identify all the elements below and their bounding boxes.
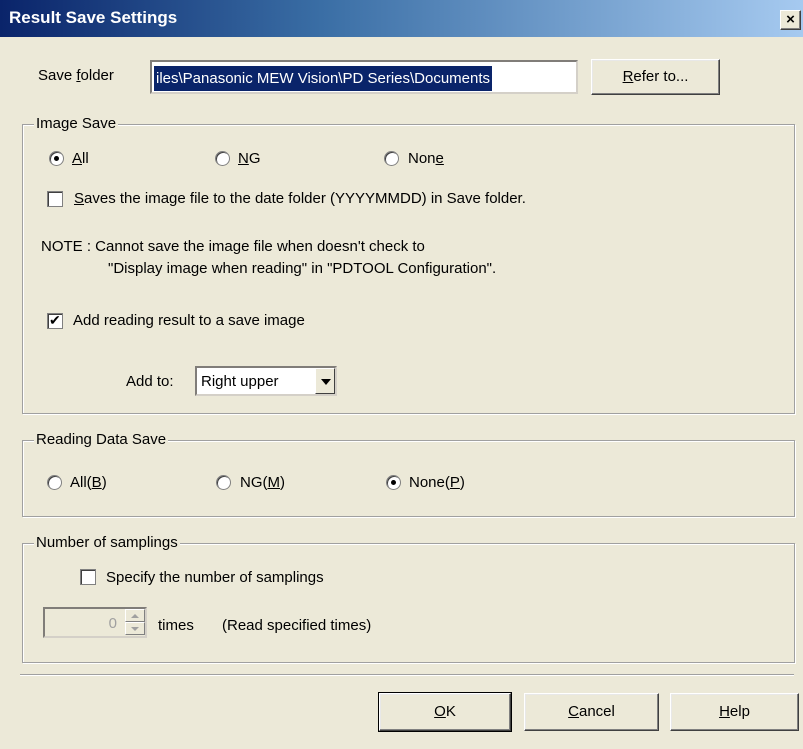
date-folder-checkbox[interactable] [47, 191, 63, 207]
help-button[interactable]: Help [670, 693, 799, 731]
spin-down-arrow-icon[interactable] [125, 622, 145, 635]
image-save-all-radio[interactable] [49, 151, 64, 166]
times-label: times [158, 617, 194, 634]
samplings-group [22, 543, 795, 663]
samplings-count-spinner[interactable]: 0 [43, 607, 147, 638]
reading-all-radio[interactable] [47, 475, 62, 490]
image-save-group-label: Image Save [34, 115, 119, 132]
refer-to-button[interactable]: Refer to... [591, 59, 720, 95]
reading-none-radio[interactable] [386, 475, 401, 490]
add-to-label: Add to: [126, 373, 174, 390]
window-title: Result Save Settings [9, 8, 178, 27]
specify-samplings-label[interactable]: Specify the number of samplings [106, 569, 324, 586]
reading-ng-label[interactable]: NG(M) [240, 474, 285, 491]
reading-all-label[interactable]: All(B) [70, 474, 107, 491]
cancel-button[interactable]: Cancel [524, 693, 659, 731]
ok-button[interactable]: OK [378, 692, 512, 732]
note-line-1: NOTE : Cannot save the image file when d… [41, 238, 425, 255]
reading-data-save-group-label: Reading Data Save [34, 431, 169, 448]
close-button[interactable]: × [780, 10, 801, 30]
title-bar[interactable]: Result Save Settings × [0, 0, 803, 37]
save-folder-input[interactable]: iles\Panasonic MEW Vision\PD Series\Docu… [150, 60, 578, 94]
save-folder-label: Save folder [38, 67, 114, 84]
samplings-count-value: 0 [108, 615, 117, 632]
result-save-settings-dialog: Result Save Settings × Save folder iles\… [0, 0, 803, 749]
read-specified-times-hint: (Read specified times) [222, 617, 372, 634]
note-line-2: "Display image when reading" in "PDTOOL … [108, 260, 497, 277]
image-save-ng-radio[interactable] [215, 151, 230, 166]
reading-ng-radio[interactable] [216, 475, 231, 490]
add-reading-result-label[interactable]: Add reading result to a save image [73, 312, 305, 329]
add-reading-result-checkbox[interactable] [47, 311, 63, 329]
add-to-value: Right upper [201, 373, 279, 390]
image-save-ng-label[interactable]: NG [238, 150, 261, 167]
spin-up-arrow-icon[interactable] [125, 609, 145, 622]
specify-samplings-checkbox[interactable] [80, 569, 96, 585]
date-folder-label[interactable]: Saves the image file to the date folder … [74, 190, 526, 207]
save-folder-value: iles\Panasonic MEW Vision\PD Series\Docu… [154, 66, 493, 91]
separator [20, 674, 794, 676]
reading-none-label[interactable]: None(P) [409, 474, 465, 491]
image-save-none-radio[interactable] [384, 151, 399, 166]
samplings-group-label: Number of samplings [34, 534, 180, 551]
image-save-all-label[interactable]: All [72, 150, 89, 167]
dropdown-arrow-icon[interactable] [315, 368, 335, 394]
add-to-dropdown[interactable]: Right upper [195, 366, 337, 396]
image-save-none-label[interactable]: None [408, 150, 444, 167]
